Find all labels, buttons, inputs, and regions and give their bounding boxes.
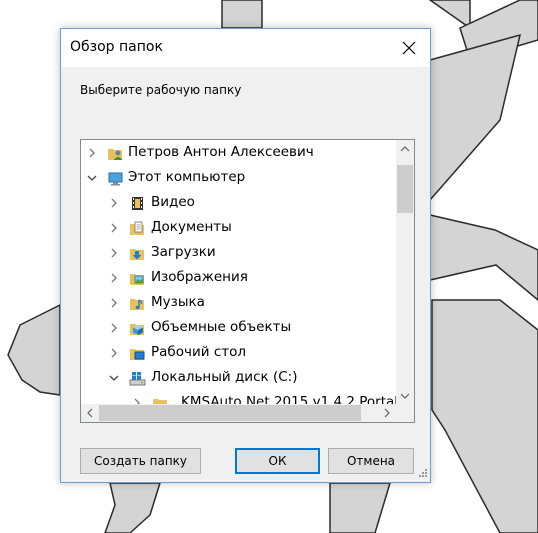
- chevron-right-icon[interactable]: [86, 147, 98, 159]
- downloads-folder-icon: [130, 249, 144, 260]
- tree-item-user[interactable]: Петров Антон Алексеевич: [81, 141, 396, 166]
- tree-item-local-disk[interactable]: Локальный диск (C:): [81, 366, 396, 391]
- close-icon[interactable]: [398, 37, 420, 59]
- ok-button[interactable]: ОК: [235, 448, 320, 474]
- cancel-button[interactable]: Отмена: [328, 448, 414, 474]
- chevron-right-icon[interactable]: [108, 197, 120, 209]
- video-folder-icon: [132, 197, 143, 210]
- desktop-folder-icon: [130, 349, 145, 360]
- chevron-down-icon[interactable]: [108, 372, 120, 384]
- tree-item-3d-objects[interactable]: Объемные объекты: [81, 316, 396, 341]
- chevron-right-icon[interactable]: [108, 297, 120, 309]
- resize-grip-icon[interactable]: [416, 468, 428, 480]
- tree-item-kmsauto[interactable]: KMSAuto Net 2015 v1.4.2 Portab: [81, 391, 396, 405]
- tree-item-label: Документы: [151, 219, 232, 235]
- dialog-prompt: Выберите рабочую папку: [80, 83, 242, 97]
- chevron-right-icon[interactable]: [108, 322, 120, 334]
- title-bar: Обзор папок: [61, 29, 430, 67]
- tree-item-label: Изображения: [151, 269, 248, 285]
- scroll-down-icon[interactable]: [396, 387, 414, 405]
- horizontal-scrollbar[interactable]: [81, 404, 396, 422]
- pictures-folder-icon: [130, 274, 144, 285]
- documents-folder-icon: [130, 221, 144, 235]
- dialog-title: Обзор папок: [70, 39, 163, 55]
- scroll-left-icon[interactable]: [81, 404, 99, 422]
- folder-tree[interactable]: Петров Антон Алексеевич Этот компьютер В…: [80, 139, 415, 423]
- chevron-right-icon[interactable]: [108, 347, 120, 359]
- tree-item-music[interactable]: Музыка: [81, 291, 396, 316]
- tree-item-this-pc[interactable]: Этот компьютер: [81, 166, 396, 191]
- 3d-objects-folder-icon: [130, 324, 144, 335]
- tree-item-label: Локальный диск (C:): [151, 369, 298, 385]
- tree-item-label: Видео: [151, 194, 195, 210]
- browse-folder-dialog: Обзор папок Выберите рабочую папку Петро…: [60, 28, 431, 483]
- tree-item-label: Музыка: [151, 294, 205, 310]
- new-folder-button[interactable]: Создать папку: [80, 448, 201, 474]
- tree-item-label: Этот компьютер: [128, 169, 246, 185]
- tree-item-label: Загрузки: [151, 244, 216, 260]
- scroll-up-icon[interactable]: [396, 140, 414, 158]
- tree-item-label: Петров Антон Алексеевич: [128, 144, 314, 160]
- tree-item-desktop[interactable]: Рабочий стол: [81, 341, 396, 366]
- tree-item-video[interactable]: Видео: [81, 191, 396, 216]
- tree-item-pictures[interactable]: Изображения: [81, 266, 396, 291]
- tree-item-label: Рабочий стол: [151, 344, 246, 360]
- chevron-down-icon[interactable]: [86, 172, 98, 184]
- vertical-scroll-thumb[interactable]: [397, 165, 413, 213]
- vertical-scrollbar[interactable]: [396, 140, 414, 405]
- chevron-right-icon[interactable]: [108, 272, 120, 284]
- computer-icon: [108, 172, 123, 186]
- tree-item-documents[interactable]: Документы: [81, 216, 396, 241]
- tree-item-downloads[interactable]: Загрузки: [81, 241, 396, 266]
- local-disk-icon: [129, 372, 146, 386]
- horizontal-scroll-thumb[interactable]: [99, 405, 361, 421]
- tree-rows: Петров Антон Алексеевич Этот компьютер В…: [81, 140, 396, 405]
- music-folder-icon: [130, 299, 144, 310]
- scroll-right-icon[interactable]: [378, 404, 396, 422]
- chevron-right-icon[interactable]: [108, 222, 120, 234]
- user-folder-icon: [108, 149, 123, 160]
- scrollbar-corner: [396, 404, 414, 422]
- chevron-right-icon[interactable]: [108, 247, 120, 259]
- tree-item-label: Объемные объекты: [151, 319, 292, 335]
